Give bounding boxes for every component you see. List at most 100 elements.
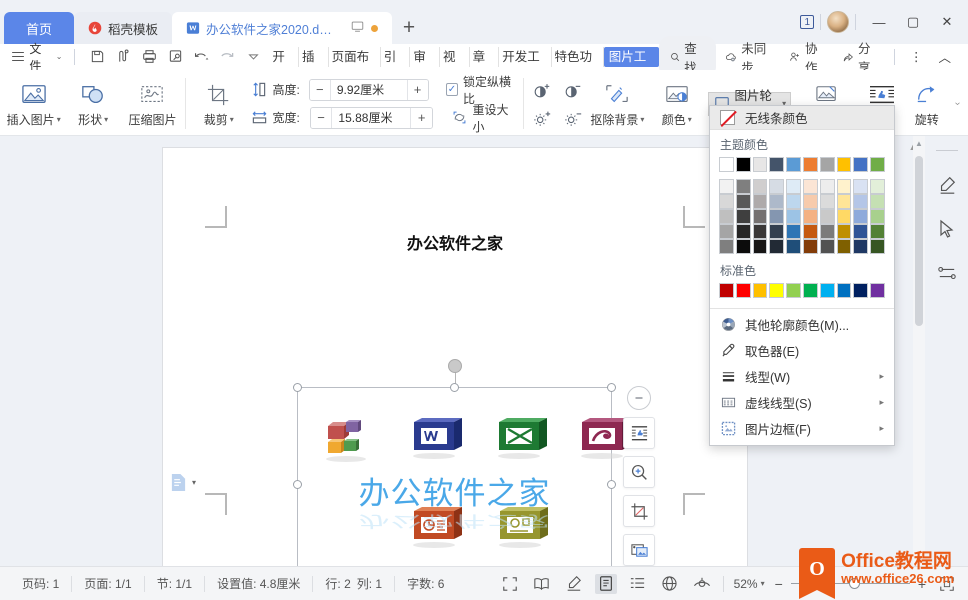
zoom-knob[interactable] — [848, 578, 860, 589]
edit-icon[interactable] — [563, 574, 585, 594]
tab-features[interactable]: 特色功能 — [552, 46, 604, 84]
outline-icon[interactable] — [627, 574, 649, 594]
line-weight-item[interactable]: 线型(W) ▸ — [710, 363, 894, 389]
standard-color-swatch-7[interactable] — [836, 283, 852, 298]
shapes-button[interactable]: 形状 ▾ — [63, 72, 122, 135]
close-button[interactable]: ✕ — [930, 7, 964, 37]
contrast-increase-icon[interactable] — [531, 79, 553, 101]
settings-tool-button[interactable] — [934, 261, 960, 285]
tab-page-layout[interactable]: 页面布局 — [329, 46, 381, 84]
no-line-color-item[interactable]: 无线条颜色 — [710, 106, 894, 130]
theme-variant-swatch-4-2[interactable] — [752, 239, 768, 254]
theme-variant-swatch-3-7[interactable] — [836, 224, 852, 239]
theme-variant-swatch-1-4[interactable] — [786, 194, 801, 209]
theme-variant-swatch-1-5[interactable] — [802, 194, 818, 209]
chevron-down-icon[interactable]: ▾ — [192, 478, 196, 487]
select-tool-button[interactable] — [934, 217, 960, 241]
fullscreen-icon[interactable] — [499, 574, 521, 594]
width-decrease-button[interactable]: − — [310, 107, 332, 128]
theme-variant-swatch-4-1[interactable] — [735, 239, 751, 254]
theme-variant-swatch-0-7[interactable] — [836, 179, 852, 194]
status-page-of[interactable]: 页面: 1/1 — [72, 575, 145, 592]
standard-color-swatch-0[interactable] — [719, 283, 734, 298]
theme-color-swatch-1[interactable] — [735, 157, 751, 172]
resize-handle-n[interactable] — [449, 383, 459, 392]
fit-page-icon[interactable] — [936, 574, 958, 594]
maximize-button[interactable]: ▢ — [896, 7, 930, 37]
standard-color-swatch-5[interactable] — [802, 283, 818, 298]
more-outline-colors-item[interactable]: 其他轮廓颜色(M)... — [710, 311, 894, 337]
resize-handle-nw[interactable] — [293, 383, 302, 392]
theme-variant-swatch-3-0[interactable] — [719, 224, 734, 239]
theme-variant-swatch-1-3[interactable] — [769, 194, 785, 209]
zoom-in-button[interactable]: + — [910, 576, 926, 592]
theme-variant-swatch-2-7[interactable] — [836, 209, 852, 224]
insert-picture-button[interactable]: 插入图片 ▾ — [4, 72, 63, 135]
theme-variant-swatch-0-8[interactable] — [853, 179, 869, 194]
collapse-ribbon-button[interactable]: ︿ — [931, 46, 958, 68]
brightness-increase-icon[interactable] — [531, 107, 553, 129]
theme-variant-swatch-4-4[interactable] — [786, 239, 801, 254]
theme-variant-swatch-2-6[interactable] — [819, 209, 835, 224]
theme-variant-swatch-2-2[interactable] — [752, 209, 768, 224]
theme-variant-swatch-4-9[interactable] — [870, 239, 885, 254]
theme-variant-swatch-0-3[interactable] — [769, 179, 785, 194]
standard-color-swatch-3[interactable] — [769, 283, 785, 298]
document-scrollbar[interactable]: ▲ ▼ — [913, 136, 925, 566]
tab-insert[interactable]: 插入 — [299, 46, 329, 84]
theme-variant-swatch-4-3[interactable] — [769, 239, 785, 254]
width-value[interactable]: 15.88厘米 — [331, 107, 412, 128]
zoom-level-button[interactable]: 52% ▾ — [734, 577, 765, 591]
tab-docer-template[interactable]: 稻壳模板 — [74, 12, 173, 44]
theme-variant-swatch-4-7[interactable] — [836, 239, 852, 254]
theme-color-swatch-7[interactable] — [836, 157, 852, 172]
picture-border-item[interactable]: 图片边框(F) ▸ — [710, 415, 894, 441]
present-icon[interactable] — [351, 20, 364, 36]
theme-variant-swatch-0-2[interactable] — [752, 179, 768, 194]
theme-variant-swatch-3-8[interactable] — [853, 224, 869, 239]
tab-review[interactable]: 审阅 — [410, 46, 441, 84]
theme-variant-swatch-3-2[interactable] — [752, 224, 768, 239]
theme-variant-swatch-0-1[interactable] — [735, 179, 751, 194]
scrollbar-thumb[interactable] — [915, 156, 923, 326]
height-decrease-button[interactable]: − — [309, 79, 330, 100]
theme-variant-swatch-2-3[interactable] — [769, 209, 785, 224]
status-page-number[interactable]: 页码: 1 — [10, 575, 73, 592]
status-column[interactable]: 列: 1 — [357, 575, 396, 592]
status-word-count[interactable]: 字数: 6 — [395, 576, 456, 592]
page-layout-icon[interactable] — [594, 573, 617, 594]
theme-color-swatch-3[interactable] — [769, 157, 785, 172]
tab-references[interactable]: 引用 — [381, 46, 411, 84]
theme-variant-swatch-2-5[interactable] — [802, 209, 818, 224]
theme-variant-swatch-4-6[interactable] — [819, 239, 835, 254]
customize-qat-icon[interactable] — [241, 46, 265, 68]
scroll-down-arrow[interactable]: ▼ — [913, 552, 925, 566]
zoom-picture-button[interactable] — [623, 456, 655, 488]
standard-color-swatch-4[interactable] — [786, 283, 801, 298]
zoom-track-right[interactable] — [859, 583, 910, 584]
theme-variant-swatch-0-4[interactable] — [786, 179, 801, 194]
save-as-icon[interactable] — [111, 46, 135, 68]
theme-variant-swatch-1-0[interactable] — [719, 194, 734, 209]
standard-color-swatch-8[interactable] — [853, 283, 869, 298]
theme-variant-swatch-3-1[interactable] — [735, 224, 751, 239]
status-row[interactable]: 行: 2 — [313, 576, 356, 592]
reset-size-button[interactable]: 重设大小 — [451, 103, 518, 134]
collapse-toolbar-button[interactable] — [627, 386, 651, 410]
theme-variant-swatch-4-8[interactable] — [853, 239, 869, 254]
undo-icon[interactable] — [189, 46, 213, 68]
tab-section[interactable]: 章节 — [470, 46, 500, 84]
theme-variant-swatch-1-8[interactable] — [853, 194, 869, 209]
paragraph-marker[interactable]: ▾ — [170, 473, 196, 492]
theme-variant-swatch-0-5[interactable] — [802, 179, 818, 194]
rotate-handle[interactable] — [447, 359, 462, 373]
theme-variant-swatch-2-1[interactable] — [735, 209, 751, 224]
theme-variant-swatch-1-9[interactable] — [870, 194, 885, 209]
height-stepper[interactable]: − 9.92厘米 + — [308, 78, 429, 101]
pen-tool-button[interactable] — [934, 173, 960, 197]
share-button[interactable]: 分享 — [835, 42, 886, 75]
theme-variant-swatch-0-0[interactable] — [719, 179, 734, 194]
more-menu-button[interactable]: ⋮ — [903, 46, 930, 68]
resize-handle-w[interactable] — [293, 480, 302, 489]
theme-variant-swatch-1-6[interactable] — [819, 194, 835, 209]
